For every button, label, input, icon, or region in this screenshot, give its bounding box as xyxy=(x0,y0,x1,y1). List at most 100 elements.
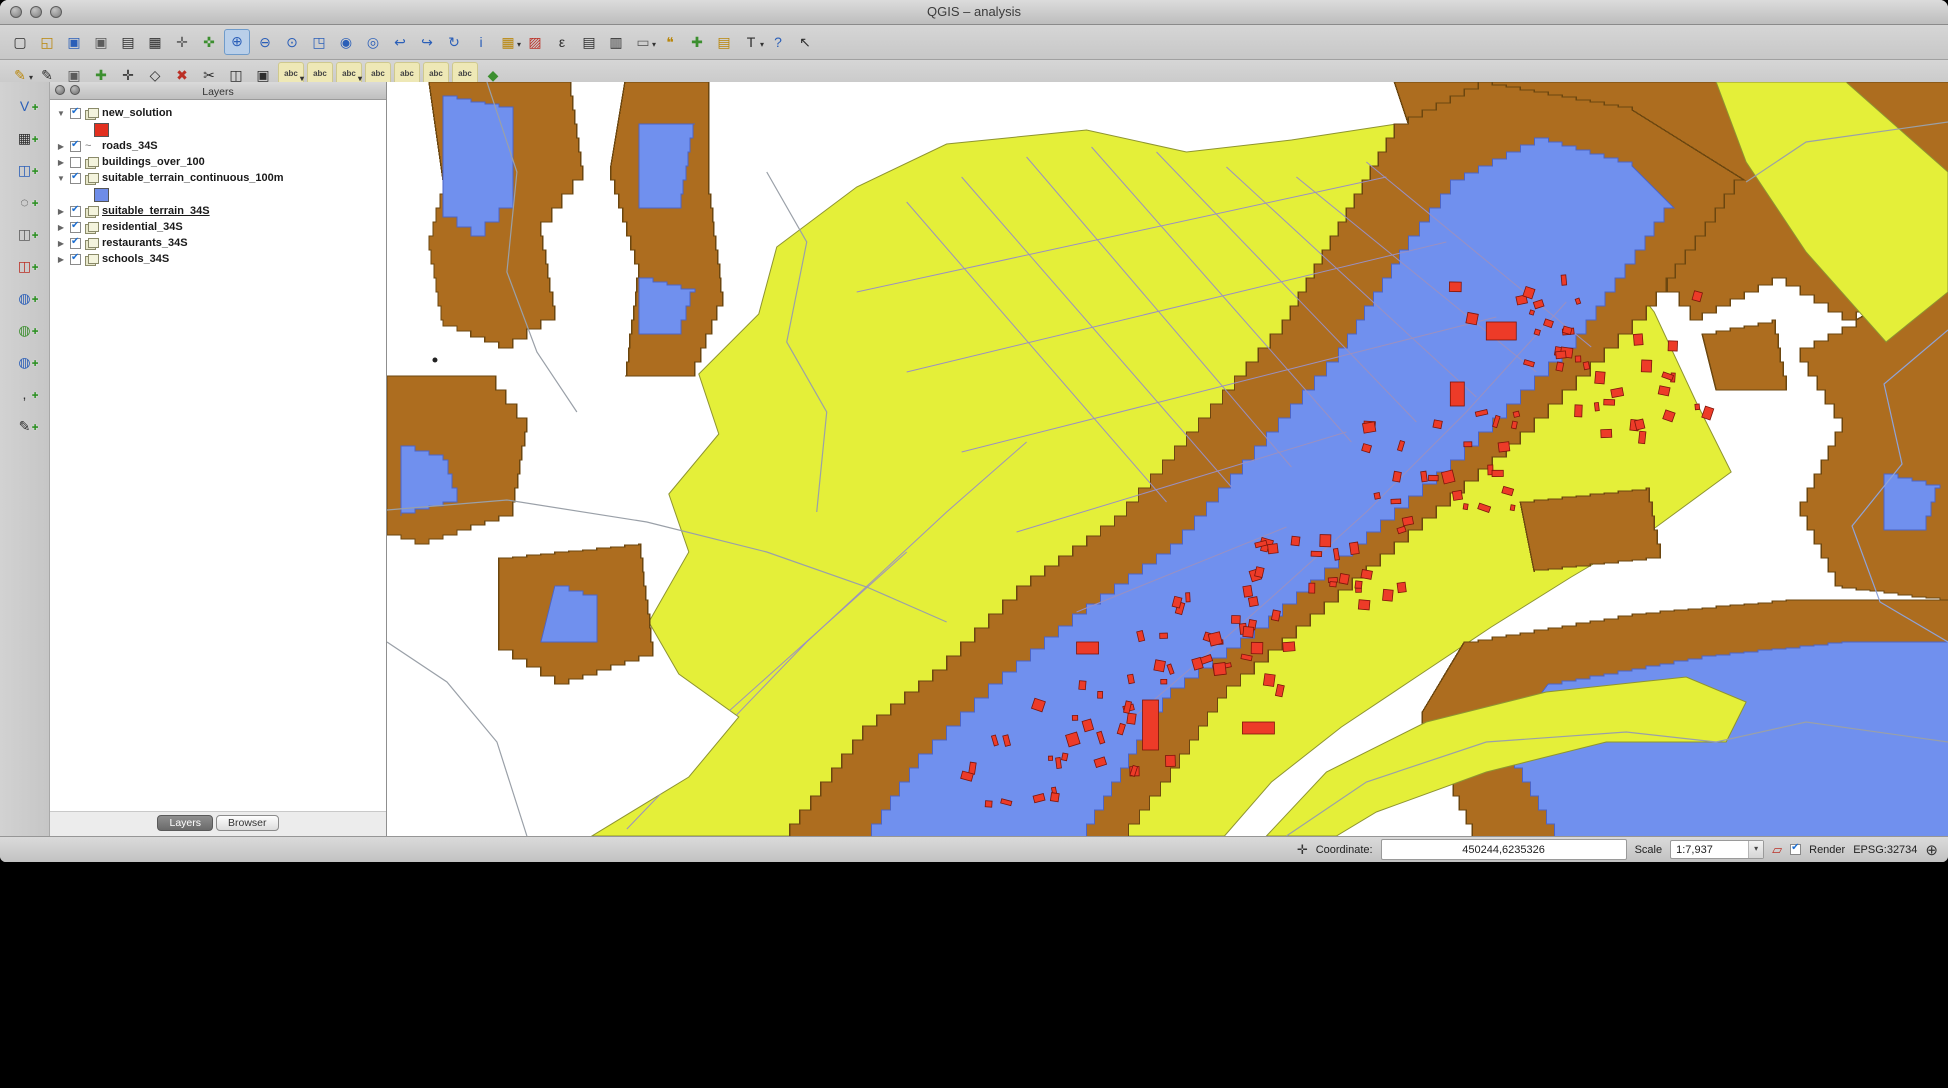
select-features-icon[interactable]: ▦ xyxy=(496,30,520,54)
help-icon[interactable]: ? xyxy=(766,30,790,54)
toggle-extents-icon[interactable]: ▱ xyxy=(1772,842,1782,858)
add-postgis-layer-icon[interactable]: ◫ xyxy=(13,158,37,182)
layer-item-schools-34s[interactable]: ▶ schools_34S xyxy=(50,251,386,267)
add-oracle-layer-icon[interactable]: ◫ xyxy=(13,254,37,278)
expand-arrow-icon[interactable]: ▶ xyxy=(56,223,66,232)
titlebar[interactable]: QGIS – analysis xyxy=(0,0,1948,25)
composer-manager-icon[interactable]: ▦ xyxy=(143,30,167,54)
tab-browser[interactable]: Browser xyxy=(216,815,279,831)
layer-checkbox[interactable] xyxy=(70,206,81,217)
zoom-to-selection-icon[interactable]: ◉ xyxy=(334,30,358,54)
layer-checkbox[interactable] xyxy=(70,157,81,168)
new-shapefile-layer-icon[interactable]: ✎ xyxy=(13,414,37,438)
layer-item-new-solution[interactable]: ▼ new_solution xyxy=(50,105,386,121)
save-project-icon[interactable]: ▣ xyxy=(62,30,86,54)
render-checkbox[interactable] xyxy=(1790,844,1801,855)
expand-arrow-icon[interactable]: ▶ xyxy=(56,142,66,151)
building xyxy=(1248,597,1258,607)
minimize-window-button[interactable] xyxy=(30,6,42,18)
expand-arrow-icon[interactable]: ▼ xyxy=(56,174,66,183)
building xyxy=(1441,470,1455,484)
expand-arrow-icon[interactable]: ▶ xyxy=(56,255,66,264)
layer-item-suitable-terrain-34s[interactable]: ▶ suitable_terrain_34S xyxy=(50,203,386,219)
legend-swatch-blue[interactable] xyxy=(94,188,109,202)
expand-arrow-icon[interactable]: ▶ xyxy=(56,158,66,167)
building xyxy=(1449,282,1461,292)
layer-item-residential-34s[interactable]: ▶ residential_34S xyxy=(50,219,386,235)
text-annotation-icon[interactable]: T xyxy=(739,30,763,54)
detach-panel-icon[interactable] xyxy=(70,85,80,95)
map-canvas[interactable] xyxy=(387,82,1948,836)
layer-checkbox[interactable] xyxy=(70,141,81,152)
add-wfs-layer-icon[interactable]: ◍ xyxy=(13,350,37,374)
add-wcs-layer-icon[interactable]: ◍ xyxy=(13,318,37,342)
icon-glyph: ▤ xyxy=(121,34,134,50)
zoom-next-icon[interactable]: ↪ xyxy=(415,30,439,54)
add-spatialite-layer-icon[interactable]: ◌ xyxy=(13,190,37,214)
icon-glyph: ▣ xyxy=(256,67,269,83)
pan-map-icon[interactable]: ✛ xyxy=(170,30,194,54)
crs-status-icon[interactable]: ⊕ xyxy=(1925,841,1938,859)
identify-features-icon[interactable]: i xyxy=(469,30,493,54)
layer-checkbox[interactable] xyxy=(70,222,81,233)
building xyxy=(1356,588,1362,592)
expand-arrow-icon[interactable]: ▶ xyxy=(56,207,66,216)
zoom-window-button[interactable] xyxy=(50,6,62,18)
refresh-map-icon[interactable]: ↻ xyxy=(442,30,466,54)
new-bookmark-icon[interactable]: ✚ xyxy=(685,30,709,54)
show-bookmarks-icon[interactable]: ▤ xyxy=(712,30,736,54)
icon-glyph: ✖ xyxy=(176,67,188,83)
icon-glyph: ◇ xyxy=(150,67,161,83)
add-vector-layer-icon[interactable]: V xyxy=(13,94,37,118)
attribute-table-icon[interactable]: ▤ xyxy=(577,30,601,54)
building xyxy=(1165,755,1175,766)
whats-this-icon[interactable]: ↖ xyxy=(793,30,817,54)
icon-glyph: ✛ xyxy=(176,34,188,50)
layer-checkbox[interactable] xyxy=(70,238,81,249)
building xyxy=(1231,615,1240,623)
building xyxy=(1349,542,1359,555)
zoom-last-icon[interactable]: ↩ xyxy=(388,30,412,54)
new-project-icon[interactable]: ▢ xyxy=(8,30,32,54)
save-project-as-icon[interactable]: ▣ xyxy=(89,30,113,54)
layer-checkbox[interactable] xyxy=(70,173,81,184)
layer-checkbox[interactable] xyxy=(70,254,81,265)
zoom-in-icon[interactable]: ⊕ xyxy=(224,29,250,55)
statistics-icon[interactable]: ▥ xyxy=(604,30,628,54)
layer-item-roads-34s[interactable]: ▶ ~ roads_34S xyxy=(50,138,386,154)
add-wms-layer-icon[interactable]: ◍ xyxy=(13,286,37,310)
scale-combo[interactable]: 1:7,937 ▾ xyxy=(1670,840,1764,859)
map-tips-icon[interactable]: ❝ xyxy=(658,30,682,54)
add-delimited-text-layer-icon[interactable]: , xyxy=(13,382,37,406)
zoom-full-icon[interactable]: ◳ xyxy=(307,30,331,54)
layer-item-restaurants-34s[interactable]: ▶ restaurants_34S xyxy=(50,235,386,251)
add-mssql-layer-icon[interactable]: ◫ xyxy=(13,222,37,246)
coordinate-input[interactable] xyxy=(1381,839,1627,860)
icon-glyph: ε xyxy=(559,34,565,50)
select-by-expression-icon[interactable]: ε xyxy=(550,30,574,54)
legend-swatch-red[interactable] xyxy=(94,123,109,137)
layer-item-suitable-terrain-continuous-100m[interactable]: ▼ suitable_terrain_continuous_100m xyxy=(50,170,386,186)
close-window-button[interactable] xyxy=(10,6,22,18)
new-composer-icon[interactable]: ▤ xyxy=(116,30,140,54)
coordinate-label: Coordinate: xyxy=(1316,844,1373,856)
zoom-to-layer-icon[interactable]: ◎ xyxy=(361,30,385,54)
add-raster-layer-icon[interactable]: ▦ xyxy=(13,126,37,150)
tab-layers[interactable]: Layers xyxy=(157,815,213,831)
zoom-native-icon[interactable]: ⊙ xyxy=(280,30,304,54)
open-project-icon[interactable]: ◱ xyxy=(35,30,59,54)
layers-panel-header[interactable]: Layers xyxy=(50,82,386,100)
measure-icon[interactable]: ▭ xyxy=(631,30,655,54)
layer-checkbox[interactable] xyxy=(70,108,81,119)
layer-item-buildings-over-100[interactable]: ▶ buildings_over_100 xyxy=(50,154,386,170)
scale-label: Scale xyxy=(1635,844,1663,856)
expand-arrow-icon[interactable]: ▼ xyxy=(56,109,66,118)
close-panel-icon[interactable] xyxy=(55,85,65,95)
icon-glyph: , xyxy=(23,386,27,402)
coordinate-capture-icon[interactable]: ✛ xyxy=(1297,842,1308,858)
chevron-down-icon[interactable]: ▾ xyxy=(1748,841,1763,858)
deselect-features-icon[interactable]: ▨ xyxy=(523,30,547,54)
pan-to-selection-icon[interactable]: ✜ xyxy=(197,30,221,54)
expand-arrow-icon[interactable]: ▶ xyxy=(56,239,66,248)
zoom-out-icon[interactable]: ⊖ xyxy=(253,30,277,54)
